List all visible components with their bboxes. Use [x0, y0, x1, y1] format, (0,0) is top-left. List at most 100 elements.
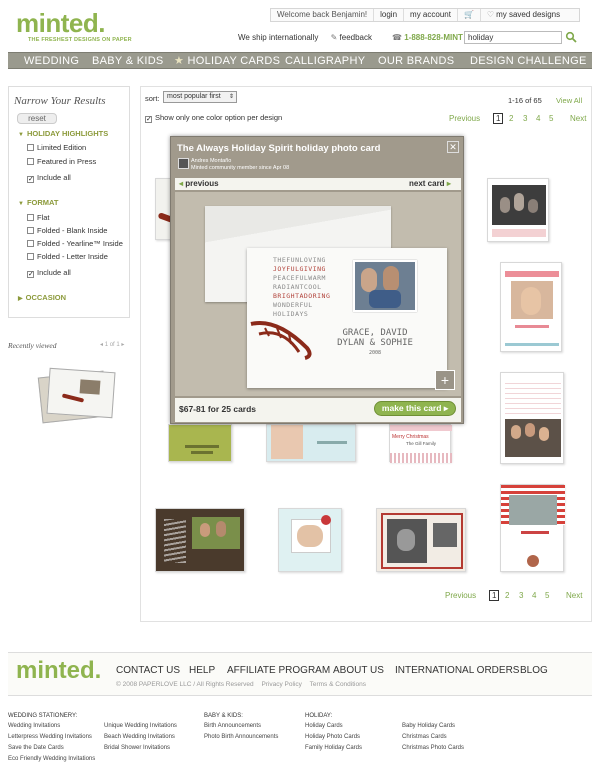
filter-folded-letter[interactable]: Folded - Letter Inside — [27, 252, 108, 261]
product-card[interactable] — [266, 424, 356, 462]
section-format[interactable]: ▼ FORMAT — [18, 198, 58, 207]
footer-link[interactable]: Save the Date Cards — [8, 745, 95, 751]
section-occasion[interactable]: ▶ OCCASION — [18, 293, 66, 302]
reset-button[interactable]: reset — [17, 113, 57, 124]
checkbox[interactable] — [27, 240, 34, 247]
footer-link[interactable]: Wedding Invitations — [8, 723, 95, 729]
checkbox[interactable] — [27, 144, 34, 151]
filter-folded-blank[interactable]: Folded - Blank Inside — [27, 226, 107, 235]
pager-page-1[interactable]: 1 — [489, 590, 500, 601]
footer-link[interactable]: Christmas Cards — [402, 734, 464, 740]
checkbox[interactable] — [27, 214, 34, 221]
footer-international[interactable]: INTERNATIONAL ORDERS — [395, 665, 519, 676]
checkbox-checked[interactable]: ✓ — [27, 271, 34, 278]
close-icon[interactable]: ✕ — [447, 141, 459, 153]
footer-help[interactable]: HELP — [189, 665, 215, 676]
footer-link[interactable]: Letterpress Wedding Invitations — [8, 734, 95, 740]
card-line-2: JOYFULGIVING — [273, 265, 326, 273]
pager-next[interactable]: Next — [570, 114, 586, 123]
modal-author[interactable]: Andres Montaño Minted community member si… — [191, 158, 289, 172]
checkbox-checked[interactable]: ✓ — [145, 116, 152, 123]
recently-viewed-thumbnail[interactable] — [37, 367, 116, 424]
nav-baby-kids[interactable]: BABY & KIDS — [92, 53, 164, 70]
product-card[interactable] — [500, 262, 562, 352]
product-card[interactable] — [487, 178, 549, 242]
filter-flat[interactable]: Flat — [27, 213, 50, 222]
footer-copyright: © 2008 PAPERLOVE LLC / All Rights Reserv… — [116, 681, 366, 688]
view-all-link[interactable]: View All — [556, 96, 582, 105]
checkbox[interactable] — [27, 158, 34, 165]
pager-page-3[interactable]: 3 — [519, 591, 523, 600]
pager-page-4[interactable]: 4 — [532, 591, 536, 600]
search-input[interactable]: holiday — [464, 31, 562, 44]
footer-blog[interactable]: BLOG — [520, 665, 548, 676]
my-account-link[interactable]: my account — [404, 9, 458, 21]
footer-link[interactable]: Beach Wedding Invitations — [104, 734, 177, 740]
pager-page-3[interactable]: 3 — [523, 114, 527, 123]
filter-include-all-format[interactable]: ✓ Include all — [27, 268, 71, 278]
recently-viewed-pager[interactable]: ◂ 1 of 1 ▸ — [100, 341, 124, 348]
checkbox[interactable] — [27, 253, 34, 260]
footer-link[interactable]: Birth Announcements — [204, 723, 278, 729]
minted-logo[interactable]: minted. — [16, 8, 105, 39]
product-card[interactable]: Merry Christmas The Gill Family — [389, 424, 452, 463]
pager-next[interactable]: Next — [566, 591, 582, 600]
footer-link[interactable]: Bridal Shower Invitations — [104, 745, 177, 751]
nav-our-brands[interactable]: OUR BRANDS — [378, 53, 454, 70]
arrow-right-icon[interactable]: ▸ — [121, 342, 124, 348]
footer-about-us[interactable]: ABOUT US — [333, 665, 384, 676]
nav-calligraphy[interactable]: CALLIGRAPHY — [285, 53, 365, 70]
cart-icon[interactable]: 🛒 — [458, 9, 481, 21]
checkbox-checked[interactable]: ✓ — [27, 176, 34, 183]
pager-page-5[interactable]: 5 — [545, 591, 549, 600]
previous-card-link[interactable]: ◂ previous — [179, 179, 219, 188]
footer-link[interactable]: Holiday Photo Cards — [305, 734, 362, 740]
filter-folded-yearline[interactable]: Folded - Yearline™ Inside — [27, 239, 123, 248]
footer-logo[interactable]: minted. — [16, 657, 101, 685]
product-card[interactable] — [278, 508, 342, 572]
pager-previous[interactable]: Previous — [449, 114, 480, 123]
footer-affiliate[interactable]: AFFILIATE PROGRAM — [227, 665, 330, 676]
nav-wedding[interactable]: WEDDING — [24, 53, 79, 70]
next-card-link[interactable]: next card ▸ — [409, 179, 451, 188]
arrow-left-icon[interactable]: ◂ — [100, 342, 103, 348]
footer-link[interactable]: Unique Wedding Invitations — [104, 723, 177, 729]
pager-page-4[interactable]: 4 — [536, 114, 540, 123]
product-card[interactable] — [168, 424, 232, 462]
zoom-icon[interactable]: + — [435, 370, 455, 390]
filter-featured-in-press[interactable]: Featured in Press — [27, 157, 96, 166]
privacy-link[interactable]: Privacy Policy — [261, 681, 301, 688]
footer-link[interactable]: Christmas Photo Cards — [402, 745, 464, 751]
checkbox[interactable] — [27, 227, 34, 234]
show-one-color-option[interactable]: ✓ Show only one color option per design — [145, 113, 282, 123]
footer-link[interactable]: Family Holiday Cards — [305, 745, 362, 751]
nav-design-challenge[interactable]: DESIGN CHALLENGE — [470, 53, 587, 70]
terms-link[interactable]: Terms & Conditions — [310, 681, 366, 688]
pager-page-2[interactable]: 2 — [509, 114, 513, 123]
footer-group-baby: BABY & KIDS: Birth Announcements Photo B… — [204, 713, 279, 740]
login-link[interactable]: login — [374, 9, 405, 21]
filter-include-all-highlights[interactable]: ✓ Include all — [27, 173, 71, 183]
footer-link[interactable]: Photo Birth Announcements — [204, 734, 278, 740]
product-card[interactable] — [376, 508, 466, 572]
footer-link[interactable]: Holiday Cards — [305, 723, 362, 729]
product-card[interactable] — [155, 508, 245, 572]
nav-holiday-cards[interactable]: ★ HOLIDAY CARDS — [174, 53, 280, 70]
search-icon[interactable] — [565, 31, 577, 43]
footer-link[interactable]: Baby Holiday Cards — [402, 723, 464, 729]
filter-limited-edition[interactable]: Limited Edition — [27, 143, 86, 152]
saved-designs-link[interactable]: ♡ my saved designs — [481, 9, 566, 21]
footer-link[interactable]: Eco Friendly Wedding Invitations — [8, 756, 95, 762]
pager-page-2[interactable]: 2 — [505, 591, 509, 600]
product-card[interactable] — [500, 484, 565, 572]
footer-contact-us[interactable]: CONTACT US — [116, 665, 180, 676]
product-card[interactable] — [500, 372, 564, 464]
feedback-link[interactable]: feedback — [340, 33, 372, 42]
pager-previous[interactable]: Previous — [445, 591, 476, 600]
make-this-card-button[interactable]: make this card ▸ — [374, 401, 456, 416]
ship-internationally[interactable]: We ship internationally ✎ feedback — [238, 33, 372, 42]
section-holiday-highlights[interactable]: ▼ HOLIDAY HIGHLIGHTS — [18, 129, 108, 138]
pager-page-5[interactable]: 5 — [549, 114, 553, 123]
sort-select[interactable]: most popular first ⇕ — [163, 91, 237, 103]
pager-page-1[interactable]: 1 — [493, 113, 504, 124]
